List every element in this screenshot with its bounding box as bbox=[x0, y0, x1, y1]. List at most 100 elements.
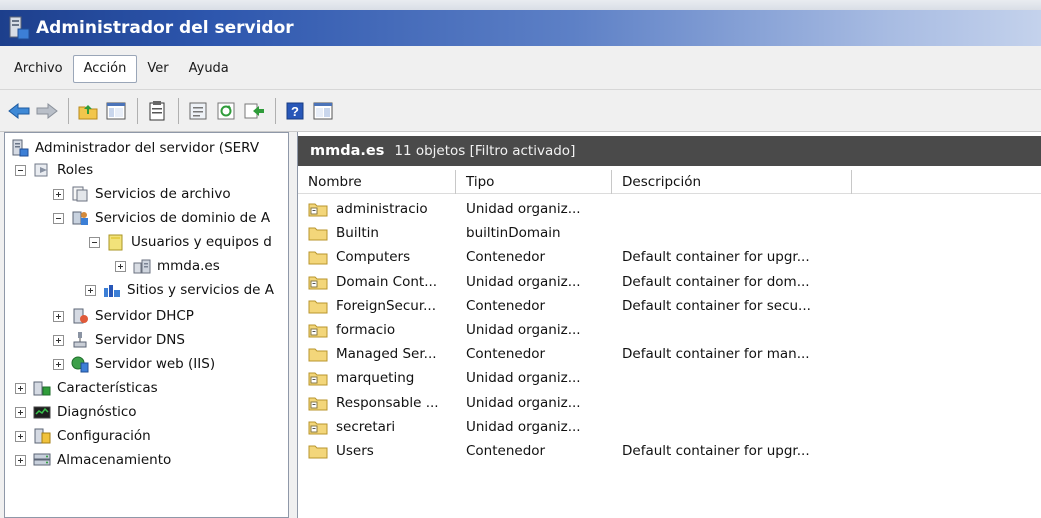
back-icon[interactable] bbox=[6, 98, 32, 124]
cell-type: Unidad organiz... bbox=[466, 322, 581, 339]
cell-type: Unidad organiz... bbox=[466, 418, 581, 435]
row-name: Builtin bbox=[336, 225, 379, 242]
dns-icon bbox=[71, 331, 89, 349]
expand-icon[interactable] bbox=[53, 310, 64, 322]
tree-item-configuration[interactable]: Configuración bbox=[15, 425, 151, 447]
refresh-icon[interactable] bbox=[213, 98, 239, 124]
column-header-descripcion[interactable]: Descripción bbox=[612, 170, 852, 194]
row-name: administracio bbox=[336, 201, 428, 218]
tree-item-diagnostics[interactable]: Diagnóstico bbox=[15, 401, 137, 423]
expand-icon[interactable] bbox=[15, 430, 26, 442]
domain-icon bbox=[133, 257, 151, 275]
tree-item-label: Características bbox=[57, 380, 158, 396]
expand-icon[interactable] bbox=[15, 454, 26, 466]
table-row[interactable]: secretari Unidad organiz... bbox=[298, 415, 1041, 439]
ou-folder-icon bbox=[308, 395, 328, 411]
results-list: administracio Unidad organiz... Builtin bui… bbox=[298, 197, 1041, 463]
table-row[interactable]: Domain Cont... Unidad organiz... Default c… bbox=[298, 270, 1041, 294]
tree-item-features[interactable]: Características bbox=[15, 377, 158, 399]
tree-item-mmda-es[interactable]: mmda.es bbox=[115, 255, 220, 277]
row-name: Users bbox=[336, 442, 374, 459]
table-row[interactable]: ForeignSecur... Contenedor Default contain… bbox=[298, 294, 1041, 318]
properties-icon[interactable] bbox=[185, 98, 211, 124]
toolbar-separator bbox=[275, 97, 276, 124]
table-row[interactable]: Managed Ser... Contenedor Default containe… bbox=[298, 342, 1041, 366]
expand-icon[interactable] bbox=[15, 406, 26, 418]
table-row[interactable]: Computers Contenedor Default container for… bbox=[298, 245, 1041, 269]
table-row[interactable]: Builtin builtinDomain bbox=[298, 221, 1041, 245]
cell-type: Contenedor bbox=[466, 442, 546, 459]
tree-item-ad-ds[interactable]: Servicios de dominio de A bbox=[53, 207, 270, 229]
expand-icon[interactable] bbox=[115, 260, 126, 272]
menu-accion[interactable]: Acción bbox=[72, 55, 138, 83]
collapse-icon[interactable] bbox=[15, 164, 26, 176]
folder-icon bbox=[308, 249, 328, 265]
tree-item-users-computers[interactable]: Usuarios y equipos d bbox=[89, 231, 272, 253]
storage-icon bbox=[33, 451, 51, 469]
toolbar: ? bbox=[0, 90, 1041, 132]
results-header: mmda.es 11 objetos [Filtro activado] bbox=[298, 136, 1041, 166]
table-row[interactable]: Users Contenedor Default container for upg… bbox=[298, 439, 1041, 463]
menu-bar: Archivo Acción Ver Ayuda bbox=[0, 46, 1041, 90]
results-count: 11 objetos [Filtro activado] bbox=[394, 143, 576, 159]
menu-archivo[interactable]: Archivo bbox=[4, 55, 73, 83]
tree-item-iis[interactable]: Servidor web (IIS) bbox=[53, 353, 215, 375]
menu-ayuda[interactable]: Ayuda bbox=[179, 55, 239, 83]
expand-icon[interactable] bbox=[53, 188, 64, 200]
tree-item-label: Servidor web (IIS) bbox=[95, 356, 216, 372]
help-icon[interactable]: ? bbox=[282, 98, 308, 124]
ad-ds-icon bbox=[71, 209, 89, 227]
cell-name: secretari bbox=[298, 419, 456, 435]
tree-item-server-manager[interactable]: Administrador del servidor (SERV bbox=[11, 137, 259, 159]
cell-name: formacio bbox=[298, 322, 456, 338]
cell-description: Default container for man... bbox=[622, 346, 810, 363]
folder-icon bbox=[308, 298, 328, 314]
toolbar-separator bbox=[178, 97, 179, 124]
expand-icon[interactable] bbox=[53, 358, 64, 370]
up-folder-icon[interactable] bbox=[75, 98, 101, 124]
tree-item-sites-services[interactable]: Sitios y servicios de A bbox=[85, 279, 274, 301]
cell-description: Default container for secu... bbox=[622, 297, 811, 314]
table-row[interactable]: Responsable ... Unidad organiz... bbox=[298, 391, 1041, 415]
row-name: ForeignSecur... bbox=[336, 297, 437, 314]
tree-item-file-services[interactable]: Servicios de archivo bbox=[53, 183, 231, 205]
column-header-tipo[interactable]: Tipo bbox=[456, 170, 612, 194]
iis-icon bbox=[71, 355, 89, 373]
svg-text:?: ? bbox=[291, 104, 299, 119]
cell-name: Builtin bbox=[298, 225, 456, 241]
ou-folder-icon bbox=[308, 370, 328, 386]
folder-icon bbox=[308, 346, 328, 362]
collapse-icon[interactable] bbox=[89, 236, 100, 248]
row-name: secretari bbox=[336, 418, 396, 435]
clipboard-icon[interactable] bbox=[144, 98, 170, 124]
users-computers-icon bbox=[107, 233, 125, 251]
configuration-icon bbox=[33, 427, 51, 445]
show-action-pane-icon[interactable] bbox=[310, 98, 336, 124]
show-tree-icon[interactable] bbox=[103, 98, 129, 124]
cell-type: Contenedor bbox=[466, 297, 546, 314]
table-row[interactable]: formacio Unidad organiz... bbox=[298, 318, 1041, 342]
pane-splitter[interactable] bbox=[289, 132, 297, 518]
tree-item-label: Sitios y servicios de A bbox=[127, 282, 275, 298]
cell-name: administracio bbox=[298, 201, 456, 217]
tree-item-label: mmda.es bbox=[157, 258, 220, 274]
table-row[interactable]: marqueting Unidad organiz... bbox=[298, 366, 1041, 390]
cell-name: Computers bbox=[298, 249, 456, 265]
table-row[interactable]: administracio Unidad organiz... bbox=[298, 197, 1041, 221]
export-list-icon[interactable] bbox=[241, 98, 267, 124]
expand-icon[interactable] bbox=[85, 284, 96, 296]
menu-ver[interactable]: Ver bbox=[137, 55, 178, 83]
tree-item-dhcp[interactable]: Servidor DHCP bbox=[53, 305, 194, 327]
collapse-icon[interactable] bbox=[53, 212, 64, 224]
column-header-nombre[interactable]: Nombre bbox=[298, 170, 456, 194]
tree-item-dns[interactable]: Servidor DNS bbox=[53, 329, 185, 351]
toolbar-separator bbox=[68, 97, 69, 124]
results-pane: mmda.es 11 objetos [Filtro activado] Nom… bbox=[297, 132, 1041, 518]
expand-icon[interactable] bbox=[15, 382, 26, 394]
window-title: Administrador del servidor bbox=[36, 18, 294, 38]
tree-item-storage[interactable]: Almacenamiento bbox=[15, 449, 171, 471]
tree-item-label: Almacenamiento bbox=[57, 452, 172, 468]
tree-item-roles[interactable]: Roles bbox=[15, 159, 93, 181]
expand-icon[interactable] bbox=[53, 334, 64, 346]
forward-icon[interactable] bbox=[34, 98, 60, 124]
